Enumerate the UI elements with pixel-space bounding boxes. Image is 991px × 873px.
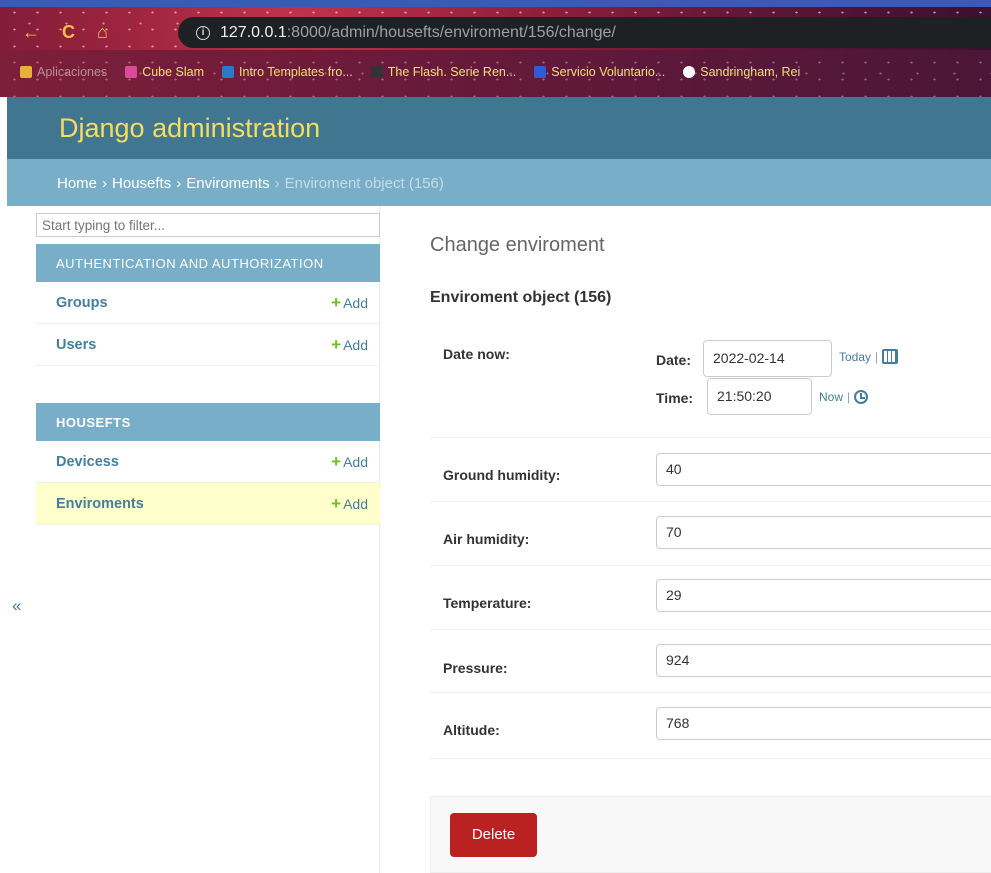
temperature-label: Temperature: [443, 595, 532, 611]
object-title: Enviroment object (156) [430, 289, 612, 306]
date-input[interactable]: 2022-02-14 [703, 340, 832, 377]
sidebar-item-devicess: Devicess + Add [36, 441, 380, 483]
now-link[interactable]: Now [819, 390, 843, 404]
module-caption-housefts[interactable]: HOUSEFTS [36, 403, 380, 441]
sidebar-collapse-toggle[interactable]: « [12, 596, 21, 616]
sidebar: AUTHENTICATION AND AUTHORIZATION Groups … [36, 206, 380, 873]
reload-icon[interactable]: C [62, 22, 75, 43]
breadcrumb-current: Enviroment object (156) [284, 175, 444, 192]
pressure-input[interactable]: 924 [656, 644, 991, 677]
altitude-label: Altitude: [443, 722, 500, 738]
air-humidity-input[interactable]: 70 [656, 516, 991, 549]
tab-strip-edge [0, 0, 991, 7]
module-auth: AUTHENTICATION AND AUTHORIZATION Groups … [36, 244, 380, 366]
address-bar[interactable]: i 127.0.0.1:8000/admin/housefts/envirome… [178, 17, 991, 48]
altitude-input[interactable]: 768 [656, 707, 991, 740]
bookmark-cube-slam[interactable]: Cube Slam [125, 65, 204, 79]
apps-grid-icon [20, 66, 32, 78]
ground-humidity-label: Ground humidity: [443, 467, 561, 483]
sidebar-item-enviroments: Enviroments + Add [36, 483, 380, 525]
time-input[interactable]: 21:50:20 [707, 378, 812, 415]
add-groups-button[interactable]: + Add [331, 293, 368, 313]
add-devicess-button[interactable]: + Add [331, 452, 368, 472]
model-link-users[interactable]: Users [56, 337, 96, 353]
plus-icon: + [331, 334, 342, 354]
model-link-enviroments[interactable]: Enviroments [56, 496, 144, 512]
bookmark-intro-templates[interactable]: Intro Templates fro... [222, 65, 353, 79]
url-path: :8000/admin/housefts/enviroment/156/chan… [286, 23, 616, 41]
plus-icon: + [331, 493, 342, 513]
pressure-label: Pressure: [443, 660, 508, 676]
nav-filter-input[interactable] [36, 213, 380, 237]
date-shortcuts: Today | [839, 349, 899, 364]
back-icon[interactable]: ← [22, 22, 40, 43]
main-content: Change enviroment Enviroment object (156… [430, 206, 991, 873]
breadcrumb-home[interactable]: Home [57, 175, 97, 192]
bookmark-apps[interactable]: Aplicaciones [20, 65, 107, 79]
breadcrumb-app[interactable]: Housefts [112, 175, 171, 192]
form-row-altitude: Altitude: 768 [430, 693, 991, 759]
form-row-ground-humidity: Ground humidity: 40 [430, 438, 991, 502]
form-row-temperature: Temperature: 29 [430, 566, 991, 630]
home-icon[interactable]: ⌂ [97, 22, 108, 43]
air-humidity-label: Air humidity: [443, 531, 530, 547]
form-row-date-now: Date now: Date: 2022-02-14 Today | Time: … [430, 324, 991, 438]
bookmark-the-flash[interactable]: The Flash. Serie Ren... [370, 65, 516, 79]
delete-button[interactable]: Delete [450, 813, 537, 857]
eu-flag-icon [534, 66, 547, 78]
time-label: Time: [656, 390, 694, 406]
form-row-air-humidity: Air humidity: 70 [430, 502, 991, 566]
clock-icon[interactable] [854, 390, 869, 404]
vuetify-icon [222, 66, 235, 78]
cube-slam-icon [125, 66, 138, 78]
submit-row: Delete [430, 796, 991, 873]
site-title[interactable]: Django administration [59, 113, 320, 144]
calendar-icon[interactable] [882, 349, 899, 364]
url-host: 127.0.0.1 [220, 23, 287, 41]
add-enviroments-button[interactable]: + Add [331, 494, 368, 514]
bookmark-servicio-voluntario[interactable]: Servicio Voluntario... [534, 65, 665, 79]
module-caption-auth[interactable]: AUTHENTICATION AND AUTHORIZATION [36, 244, 380, 282]
module-housefts: HOUSEFTS Devicess + Add Enviroments + Add [36, 403, 380, 525]
today-link[interactable]: Today [839, 350, 871, 364]
breadcrumb: Home › Housefts › Enviroments › Enviroment obj… [7, 159, 991, 206]
page-title: Change enviroment [430, 234, 605, 256]
add-users-button[interactable]: + Add [331, 335, 368, 355]
bookmark-sandringham[interactable]: Sandringham, Rei [683, 65, 800, 79]
temperature-input[interactable]: 29 [656, 579, 991, 612]
info-icon[interactable]: i [196, 25, 210, 40]
site-header: Django administration [7, 97, 991, 159]
bookmarks-bar: Aplicaciones Cube Slam Intro Templates f… [0, 50, 991, 97]
form-row-pressure: Pressure: 924 [430, 630, 991, 693]
flash-site-icon [370, 66, 383, 78]
model-link-groups[interactable]: Groups [56, 295, 108, 311]
sidebar-item-groups: Groups + Add [36, 282, 380, 324]
date-label: Date: [656, 352, 692, 368]
plus-icon: + [331, 451, 342, 471]
sidebar-item-users: Users + Add [36, 324, 380, 366]
plus-icon: + [331, 292, 342, 312]
time-shortcuts: Now | [819, 390, 869, 404]
ground-humidity-input[interactable]: 40 [656, 453, 991, 486]
model-link-devicess[interactable]: Devicess [56, 454, 119, 470]
date-now-label: Date now: [443, 346, 510, 362]
google-icon [683, 66, 696, 78]
browser-toolbar: ← C ⌂ i 127.0.0.1:8000/admin/housefts/en… [0, 0, 991, 50]
breadcrumb-model[interactable]: Enviroments [186, 175, 269, 192]
